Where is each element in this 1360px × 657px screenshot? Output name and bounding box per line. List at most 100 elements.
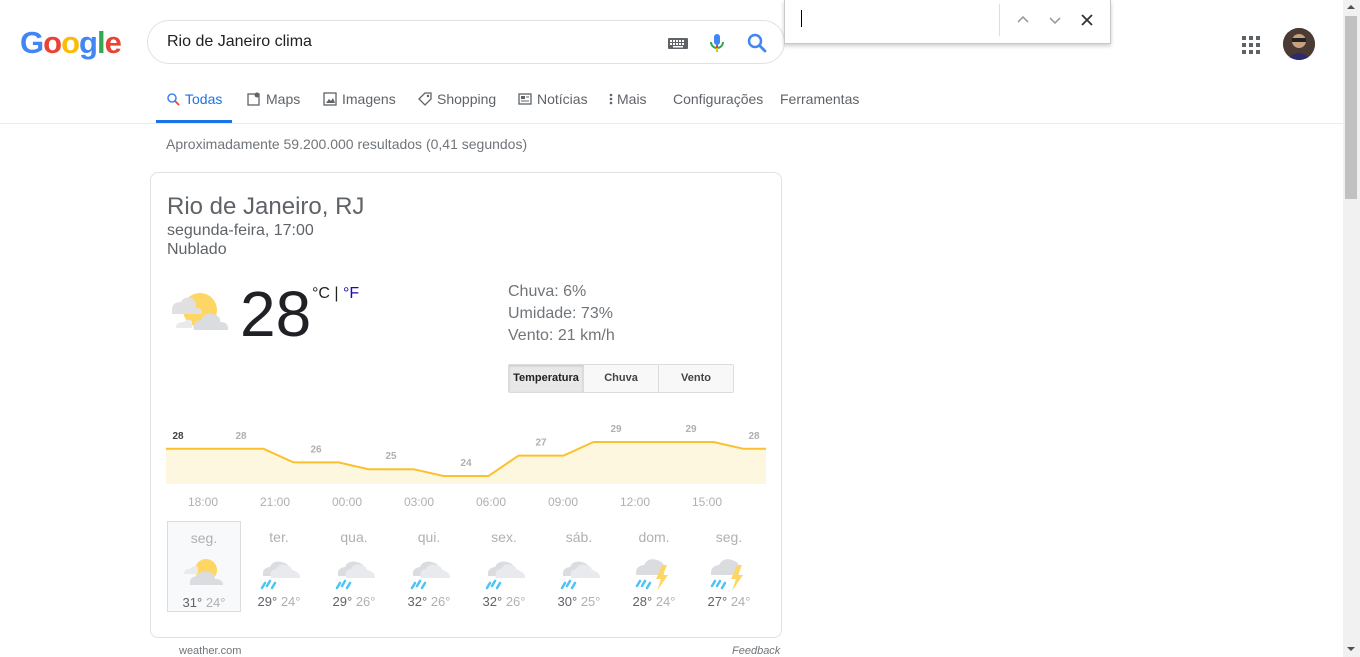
tab-maps[interactable]: Maps — [247, 86, 300, 120]
avatar-image — [1283, 28, 1315, 60]
find-input[interactable] — [801, 10, 802, 27]
tab-ferramentas[interactable]: Ferramentas — [780, 86, 859, 120]
wind-button[interactable]: Vento — [658, 365, 733, 392]
forecast-day[interactable]: qui. 32° 26° — [392, 521, 466, 612]
rain-icon — [335, 561, 375, 590]
temp-low: 26° — [505, 594, 526, 609]
thunderstorm-icon — [635, 559, 668, 591]
keyboard-icon[interactable] — [666, 31, 690, 55]
rain-button[interactable]: Chuva — [583, 365, 658, 392]
unit-celsius[interactable]: °C — [312, 285, 330, 302]
rain-chance: Chuva: 6% — [508, 283, 587, 300]
rain-icon — [260, 561, 300, 590]
time-label: 03:00 — [403, 495, 435, 509]
day-temps: 29° 24° — [242, 594, 316, 609]
temp-high: 29° — [257, 594, 278, 609]
weather-datetime: segunda-feira, 17:00 — [167, 222, 314, 239]
chart-data-label: 29 — [610, 424, 622, 435]
tab-noticias[interactable]: Notícias — [518, 86, 588, 120]
feedback-link[interactable]: Feedback — [732, 645, 780, 657]
google-logo[interactable]: Google — [20, 23, 122, 63]
scrollbar-thumb[interactable] — [1345, 16, 1357, 199]
time-label: 06:00 — [475, 495, 507, 509]
unit-switch: °C | °F — [312, 285, 359, 303]
day-temps: 29° 26° — [317, 594, 391, 609]
forecast-day[interactable]: qua. 29° 26° — [317, 521, 391, 612]
close-icon[interactable] — [1079, 12, 1095, 28]
chart-data-label: 29 — [685, 424, 697, 435]
chart-data-label: 28 — [235, 431, 247, 442]
forecast-day[interactable]: dom. 28° 24° — [617, 521, 691, 612]
search-input[interactable] — [167, 30, 637, 54]
time-label: 15:00 — [691, 495, 723, 509]
time-label: 09:00 — [547, 495, 579, 509]
find-in-page-bar — [784, 0, 1111, 44]
tab-configuracoes[interactable]: Configurações — [673, 86, 763, 120]
tab-label: Todas — [185, 91, 223, 107]
search-icon — [167, 93, 180, 106]
tab-todas[interactable]: Todas — [156, 86, 233, 123]
source-link[interactable]: weather.com — [179, 645, 241, 657]
day-name: ter. — [269, 529, 289, 545]
microphone-icon[interactable] — [705, 31, 729, 55]
day-temps: 30° 25° — [542, 594, 616, 609]
tab-label: Configurações — [673, 91, 764, 107]
temp-high: 27° — [707, 594, 728, 609]
unit-separator: | — [329, 285, 343, 302]
temp-high: 32° — [407, 594, 428, 609]
time-label: 21:00 — [259, 495, 291, 509]
forecast-day[interactable]: sex. 32° 26° — [467, 521, 541, 612]
thunderstorm-icon — [710, 559, 743, 591]
temp-low: 24° — [730, 594, 751, 609]
scroll-up-icon[interactable] — [1346, 3, 1356, 11]
rain-icon — [560, 561, 600, 590]
time-label: 00:00 — [331, 495, 363, 509]
chevron-down-icon[interactable] — [1047, 12, 1063, 28]
logo-letter: g — [79, 25, 98, 60]
temp-low: 24° — [205, 595, 226, 610]
logo-letter: o — [43, 25, 62, 60]
chart-data-label: 28 — [172, 431, 184, 442]
avatar[interactable] — [1283, 28, 1315, 60]
tab-mais[interactable]: Mais — [609, 86, 647, 120]
tab-label: Imagens — [342, 91, 396, 107]
logo-letter: e — [104, 25, 122, 60]
tab-label: Ferramentas — [780, 91, 860, 107]
logo-letter: o — [61, 25, 80, 60]
humidity: Umidade: 73% — [508, 305, 613, 322]
tab-imagens[interactable]: Imagens — [323, 86, 396, 120]
unit-fahrenheit[interactable]: °F — [343, 285, 359, 302]
apps-grid-icon[interactable] — [1241, 35, 1261, 55]
search-box — [147, 20, 785, 64]
forecast-day[interactable]: seg. 31° 24° — [167, 521, 241, 612]
temperature-chart: 28 28 26 25 24 27 29 29 28 — [166, 424, 766, 484]
temp-high: 30° — [557, 594, 578, 609]
map-icon — [247, 92, 260, 106]
tab-label: Maps — [266, 91, 301, 107]
day-name: seg. — [715, 529, 743, 545]
day-name: sáb. — [565, 529, 593, 545]
day-name: qui. — [417, 529, 441, 545]
wind: Vento: 21 km/h — [508, 327, 615, 344]
logo-letter: l — [96, 25, 106, 60]
partly-cloudy-icon — [184, 559, 223, 585]
tab-label: Notícias — [537, 91, 588, 107]
chart-data-label: 25 — [385, 451, 397, 462]
tab-shopping[interactable]: Shopping — [418, 86, 496, 120]
day-temps: 31° 24° — [168, 595, 240, 610]
tag-icon — [418, 92, 432, 106]
forecast-day[interactable]: seg. 27° 24° — [692, 521, 766, 612]
search-icon[interactable] — [745, 31, 769, 55]
forecast-day[interactable]: sáb. 30° 25° — [542, 521, 616, 612]
chevron-up-icon[interactable] — [1015, 12, 1031, 28]
tab-label: Mais — [617, 91, 647, 107]
forecast-day[interactable]: ter. 29° 24° — [242, 521, 316, 612]
temperature-button[interactable]: Temperatura — [509, 365, 583, 392]
temp-high: 29° — [332, 594, 353, 609]
day-name: seg. — [190, 530, 218, 546]
time-label: 12:00 — [619, 495, 651, 509]
divider — [999, 4, 1000, 36]
day-temps: 27° 24° — [692, 594, 766, 609]
scroll-down-icon[interactable] — [1346, 645, 1356, 653]
temp-high: 32° — [482, 594, 503, 609]
